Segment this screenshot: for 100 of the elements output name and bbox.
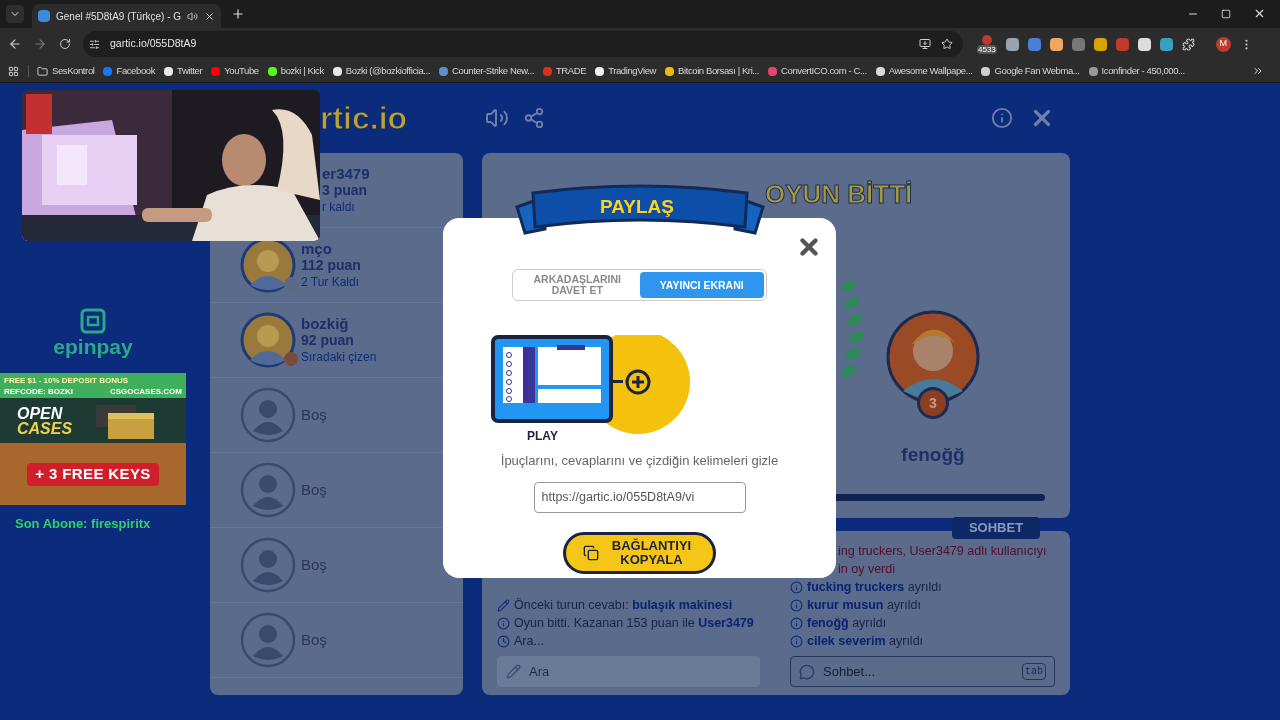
- player-status: r kaldı: [322, 198, 356, 216]
- bookmark-item[interactable]: ConvertICO.com - C...: [768, 63, 867, 79]
- bookmark-item[interactable]: Awesome Wallpape...: [875, 63, 973, 79]
- chat-message: ing truckers, User3479 adlı kullanıcıyı: [838, 542, 1047, 560]
- profile-avatar[interactable]: M: [1215, 36, 1231, 52]
- bookmark-item[interactable]: SesKontrol: [37, 63, 95, 79]
- bookmark-star-icon[interactable]: [941, 38, 953, 50]
- refcode-text: REFCODE: BOZKI: [4, 385, 73, 397]
- bookmark-item[interactable]: Bozki (@bozkiofficia...: [332, 63, 431, 79]
- player-name: mço: [301, 239, 333, 257]
- empty-avatar-icon: [240, 387, 296, 443]
- bookmark-item[interactable]: Iconfinder - 450,000...: [1088, 63, 1185, 79]
- tab-list-button[interactable]: [6, 5, 24, 23]
- forward-icon[interactable]: [33, 37, 47, 51]
- bookmark-item[interactable]: Google Fan Webma...: [981, 63, 1080, 79]
- wallet-icon: [80, 308, 106, 334]
- info-icon: [790, 598, 803, 612]
- clock-icon: [497, 634, 510, 648]
- rank-badge: 3: [917, 387, 949, 419]
- info-icon[interactable]: [991, 107, 1013, 129]
- ad-banner[interactable]: FREE $1 - 10% DEPOSIT BONUS REFCODE: BOZKI CSGOCASES.COM OPEN CASES + 3 FREE KEYS: [0, 373, 186, 506]
- chat-message: fucking truckers ayrıldı: [807, 578, 942, 596]
- game-logo: rtic.io: [320, 100, 408, 136]
- chat-tab[interactable]: SOHBET: [952, 517, 1040, 539]
- share-icon[interactable]: [523, 107, 545, 129]
- apps-icon[interactable]: [8, 65, 19, 77]
- extensions-icon[interactable]: [1181, 37, 1195, 51]
- extension-icon[interactable]: [1005, 37, 1019, 51]
- extension-icon[interactable]: [1137, 37, 1151, 51]
- chat-message: Ara...: [514, 632, 544, 650]
- bookmark-item[interactable]: TradingView: [595, 63, 657, 79]
- answer-input[interactable]: Ara: [529, 661, 729, 682]
- player-name: bozkiğ: [301, 314, 350, 332]
- bookmark-item[interactable]: TRADE: [542, 63, 587, 79]
- shortcut-key: tab: [1022, 663, 1046, 680]
- info-icon: [790, 580, 803, 594]
- chat-message: Oyun bitti. Kazanan 153 puan ile User3479: [514, 614, 754, 632]
- sponsor-logo: epinpay: [53, 334, 133, 360]
- close-icon[interactable]: [1253, 7, 1266, 20]
- tab-title: Genel #5D8tA9 (Türkçe) - G: [56, 9, 182, 24]
- bookmark-item[interactable]: Twitter: [164, 63, 203, 79]
- bookmark-item[interactable]: YouTube: [211, 63, 259, 79]
- chat-icon: [799, 663, 815, 680]
- more-bookmarks-icon[interactable]: [1252, 65, 1264, 77]
- back-icon[interactable]: [8, 37, 22, 51]
- chat-message: fenoğğ ayrıldı: [807, 614, 887, 632]
- avatar: [240, 312, 296, 368]
- maximize-icon[interactable]: [1221, 8, 1231, 19]
- player-score: 112 puan: [301, 256, 361, 274]
- url-text: gartic.io/055D8tA9: [110, 36, 197, 52]
- extension-icon[interactable]: [1159, 37, 1173, 51]
- dialog-title: PAYLAŞ: [600, 195, 674, 219]
- close-icon[interactable]: [204, 10, 216, 22]
- link-field[interactable]: https://gartic.io/055D8tA9/vi: [533, 481, 746, 513]
- description-text: İpuçlarını, cevaplarını ve çizdiğin kelimeleri gizle: [500, 452, 779, 470]
- new-tab-icon[interactable]: [231, 7, 246, 21]
- folder-icon: [37, 65, 48, 77]
- free-keys-text: + 3 FREE KEYS: [27, 463, 159, 486]
- site-text: CSGOCASES.COM: [110, 385, 182, 397]
- info-icon: [497, 616, 510, 630]
- winner-name: fenoğğ: [901, 443, 965, 467]
- pencil-icon: [497, 598, 510, 612]
- chat-input[interactable]: Sohbet...: [823, 661, 1003, 682]
- bookmark-item[interactable]: Counter-Strike New...: [439, 63, 534, 79]
- bonus-text: FREE $1 - 10% DEPOSIT BONUS: [4, 374, 130, 386]
- audio-icon: [187, 10, 199, 22]
- chat-message: kurur musun ayrıldı: [807, 596, 921, 614]
- copy-link-button[interactable]: BAĞLANTIYI KOPYALA: [563, 531, 716, 574]
- player-score: 92 puan: [301, 331, 355, 349]
- headline-text: CASES: [17, 420, 73, 436]
- bookmark-item[interactable]: Bitcoin Borsası | Kri...: [665, 63, 760, 79]
- chat-message: Önceki turun cevabı: bulaşık makinesi: [514, 596, 733, 614]
- reload-icon[interactable]: [59, 38, 71, 50]
- chat-message: in oy verdi: [838, 560, 895, 578]
- browser-tab[interactable]: Genel #5D8tA9 (Türkçe) - G: [32, 4, 222, 28]
- info-icon: [790, 634, 803, 648]
- player-name: er3479: [322, 164, 370, 182]
- player-status: Sıradaki çizen: [301, 348, 377, 366]
- favicon-icon: [38, 10, 50, 22]
- info-icon: [790, 616, 803, 630]
- headline-text: OPEN: [17, 405, 64, 421]
- player-score: 3 puan: [322, 181, 369, 199]
- empty-avatar-icon: [240, 612, 296, 668]
- extension-icon[interactable]: [1093, 37, 1107, 51]
- bookmark-item[interactable]: bozki | Kick: [267, 63, 324, 79]
- answer-field[interactable]: Ara: [497, 656, 760, 687]
- player-status: 2 Tur Kaldı: [301, 273, 361, 291]
- last-subscriber-text: Son Abone: firespiritx: [14, 515, 152, 534]
- pencil-icon: [506, 664, 521, 679]
- address-bar[interactable]: gartic.io/055D8tA9: [83, 31, 963, 57]
- extension-icon[interactable]: [1049, 37, 1063, 51]
- extension-badge: 4533: [977, 44, 997, 54]
- empty-avatar-icon: [240, 537, 296, 593]
- bookmark-item[interactable]: Facebook: [103, 63, 155, 79]
- chat-message: cilek severim ayrıldı: [807, 632, 924, 650]
- sound-icon[interactable]: [485, 106, 509, 130]
- illustration-label: PLAY: [527, 428, 559, 445]
- result-title: OYUN BİTTİ: [765, 178, 914, 211]
- install-icon[interactable]: [919, 38, 931, 50]
- site-settings-icon[interactable]: [89, 38, 100, 50]
